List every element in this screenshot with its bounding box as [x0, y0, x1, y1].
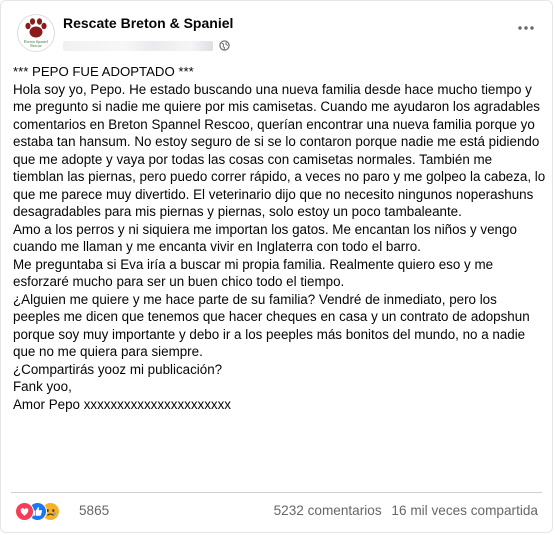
post-paragraph: ¿Alguien me quiere y me hace parte de su…: [13, 291, 530, 360]
comments-count[interactable]: 5232 comentarios: [274, 503, 382, 518]
post-paragraph: Fank yoo,: [13, 379, 72, 394]
post-headline: *** PEPO FUE ADOPTADO ***: [13, 64, 194, 79]
post-body: *** PEPO FUE ADOPTADO *** Hola soy yo, P…: [13, 63, 546, 413]
post-paragraph: Me preguntaba si Eva iría a buscar mi pr…: [13, 256, 494, 290]
reaction-icons[interactable]: [15, 502, 75, 521]
post-paragraph: ¿Compartirás yooz mi publicación?: [13, 361, 223, 377]
paw-logo-icon: [25, 18, 47, 38]
avatar-logo-text: Breton Spaniel Rescue: [24, 39, 48, 48]
reaction-count[interactable]: 5865: [79, 503, 109, 518]
divider: [11, 492, 542, 493]
post-header: Breton Spaniel Rescue Rescate Breton & S…: [11, 10, 542, 52]
love-reaction-icon: [15, 502, 34, 521]
post-paragraph: Hola soy yo, Pepo. He estado buscando un…: [13, 81, 546, 220]
shares-count[interactable]: 16 mil veces compartida: [391, 503, 538, 518]
post-footer: 5865 5232 comentarios 16 mil veces compa…: [13, 500, 540, 522]
post-signature: Amor Pepo xxxxxxxxxxxxxxxxxxxxxx: [13, 396, 232, 412]
more-options-icon[interactable]: [518, 22, 538, 32]
page-name[interactable]: Rescate Breton & Spaniel: [63, 15, 233, 31]
globe-icon[interactable]: [219, 40, 231, 51]
blurred-timestamp: [63, 40, 213, 51]
page-avatar[interactable]: Breton Spaniel Rescue: [17, 14, 55, 52]
facebook-post: Breton Spaniel Rescue Rescate Breton & S…: [0, 0, 553, 533]
post-meta: [63, 37, 231, 51]
post-stats: 5232 comentarios 16 mil veces compartida: [268, 503, 538, 518]
post-paragraph: Amo a los perros y ni siquiera me import…: [13, 221, 517, 255]
